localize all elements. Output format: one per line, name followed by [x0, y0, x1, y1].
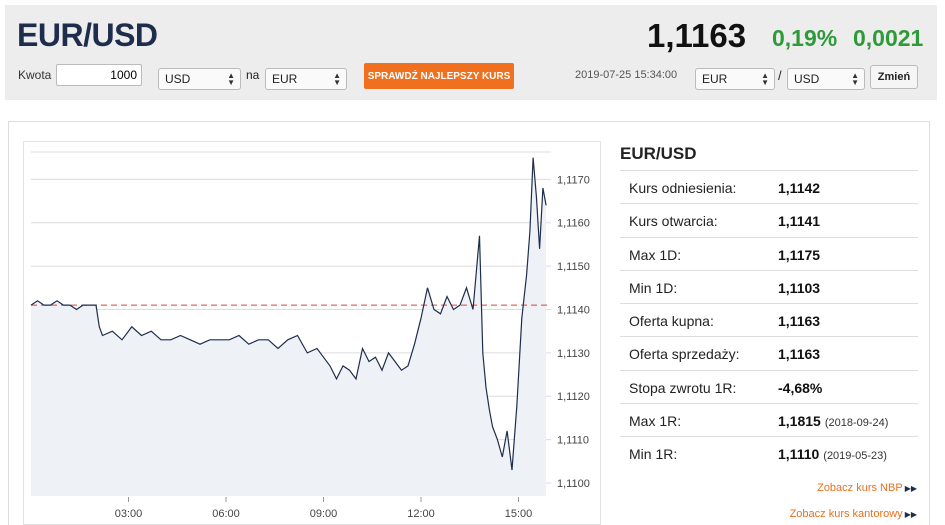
info-date: (2019-05-23)	[823, 450, 887, 463]
info-value: 1,1815 (2018-09-24)	[778, 413, 888, 429]
info-label: Oferta sprzedaży:	[629, 346, 740, 363]
info-row-reference: Kurs odniesienia: 1,1142	[620, 170, 918, 203]
info-row-max-1d: Max 1D: 1,1175	[620, 236, 918, 270]
info-row-bid: Oferta kupna: 1,1163	[620, 303, 918, 336]
change-percent: 0,19%	[772, 25, 838, 51]
info-row-min-1d: Min 1D: 1,1103	[620, 269, 918, 303]
from-currency-select[interactable]: USD ▲ ▼	[158, 68, 241, 90]
info-row-min-1y: Min 1R: 1,1110 (2019-05-23)	[620, 436, 918, 469]
info-label: Max 1D:	[629, 246, 682, 263]
info-table: Kurs odniesienia: 1,1142 Kurs otwarcia: …	[620, 170, 918, 470]
x-tick-label: 15:00	[505, 508, 533, 520]
select-arrows-icon: ▲ ▼	[851, 71, 859, 87]
double-chevron-right-icon: ▶▶	[904, 484, 917, 493]
y-tick-label: 1,1140	[557, 304, 590, 316]
info-value: 1,1103	[778, 279, 821, 296]
page-title: EUR/USD	[17, 17, 158, 53]
x-tick-label: 12:00	[407, 508, 435, 520]
info-label: Kurs odniesienia:	[629, 180, 737, 196]
y-tick-label: 1,1160	[557, 218, 590, 230]
info-value: 1,1142	[778, 180, 821, 196]
price-area	[31, 157, 547, 496]
info-label: Max 1R:	[629, 413, 682, 430]
double-chevron-right-icon: ▶▶	[904, 510, 917, 519]
info-row-open: Kurs otwarcia: 1,1141	[620, 203, 918, 236]
info-label: Stopa zwrotu 1R:	[629, 379, 737, 396]
pair-to-value: USD	[794, 72, 820, 86]
y-tick-label: 1,1100	[557, 478, 590, 490]
y-axis: 1,1100 1,1110 1,1120 1,1130 1,1140 1,1150 1,11…	[557, 174, 590, 490]
info-value-number: 1,1110	[778, 446, 820, 463]
to-currency-select[interactable]: EUR ▲ ▼	[265, 68, 347, 90]
current-rate: 1,1163	[647, 17, 747, 54]
info-label: Min 1R:	[629, 446, 678, 463]
info-value-number: 1,1815	[778, 413, 821, 430]
pair-from-value: EUR	[702, 72, 728, 86]
to-currency-value: EUR	[272, 72, 298, 86]
exchange-office-link-label: Zobacz kurs kantorowy	[789, 508, 903, 520]
info-value: 1,1141	[778, 213, 821, 230]
info-label: Min 1D:	[629, 279, 678, 296]
select-arrows-icon: ▲ ▼	[333, 71, 341, 87]
info-value: 1,1110 (2019-05-23)	[778, 446, 887, 462]
change-absolute: 0,0021	[853, 25, 924, 51]
info-date: (2018-09-24)	[824, 417, 889, 430]
y-tick-label: 1,1170	[557, 174, 590, 186]
amount-input[interactable]	[56, 64, 142, 86]
y-tick-label: 1,1120	[557, 391, 590, 403]
y-tick-label: 1,1150	[557, 261, 590, 273]
to-label: na	[246, 68, 260, 82]
info-row-return-1y: Stopa zwrotu 1R: -4,68%	[620, 369, 918, 403]
nbp-rate-link[interactable]: Zobacz kurs NBP ▶▶	[817, 482, 917, 494]
select-arrows-icon: ▲ ▼	[227, 71, 235, 87]
x-axis: 03:00 06:00 09:00 12:00 15:00	[115, 497, 533, 520]
x-tick-label: 03:00	[115, 508, 143, 520]
info-value: 1,1163	[778, 313, 821, 330]
x-tick-label: 06:00	[212, 508, 240, 520]
pair-from-select[interactable]: EUR ▲ ▼	[695, 68, 775, 90]
swap-pair-button[interactable]: Zmień	[870, 65, 918, 89]
info-label: Oferta kupna:	[629, 313, 714, 330]
intraday-chart[interactable]: 1,1100 1,1110 1,1120 1,1130 1,1140 1,1150 1,11…	[23, 141, 601, 525]
info-value: 1,1175	[778, 246, 821, 263]
select-arrows-icon: ▲ ▼	[761, 71, 769, 87]
y-tick-label: 1,1130	[557, 348, 590, 360]
best-rate-button[interactable]: SPRAWDŹ NAJLEPSZY KURS	[364, 63, 514, 89]
info-value: -4,68%	[778, 379, 823, 396]
nbp-link-label: Zobacz kurs NBP	[817, 482, 903, 494]
amount-label: Kwota	[18, 68, 52, 82]
pair-separator: /	[778, 68, 782, 83]
info-label: Kurs otwarcia:	[629, 213, 718, 230]
info-row-max-1y: Max 1R: 1,1815 (2018-09-24)	[620, 403, 918, 436]
x-tick-label: 09:00	[310, 508, 338, 520]
quote-timestamp: 2019-07-25 15:34:00	[575, 69, 678, 81]
exchange-office-rate-link[interactable]: Zobacz kurs kantorowy ▶▶	[790, 508, 917, 520]
y-tick-label: 1,1110	[557, 435, 589, 447]
info-value: 1,1163	[778, 346, 821, 363]
info-row-ask: Oferta sprzedaży: 1,1163	[620, 336, 918, 369]
from-currency-value: USD	[165, 72, 191, 86]
pair-to-select[interactable]: USD ▲ ▼	[787, 68, 865, 90]
info-title: EUR/USD	[620, 144, 697, 163]
